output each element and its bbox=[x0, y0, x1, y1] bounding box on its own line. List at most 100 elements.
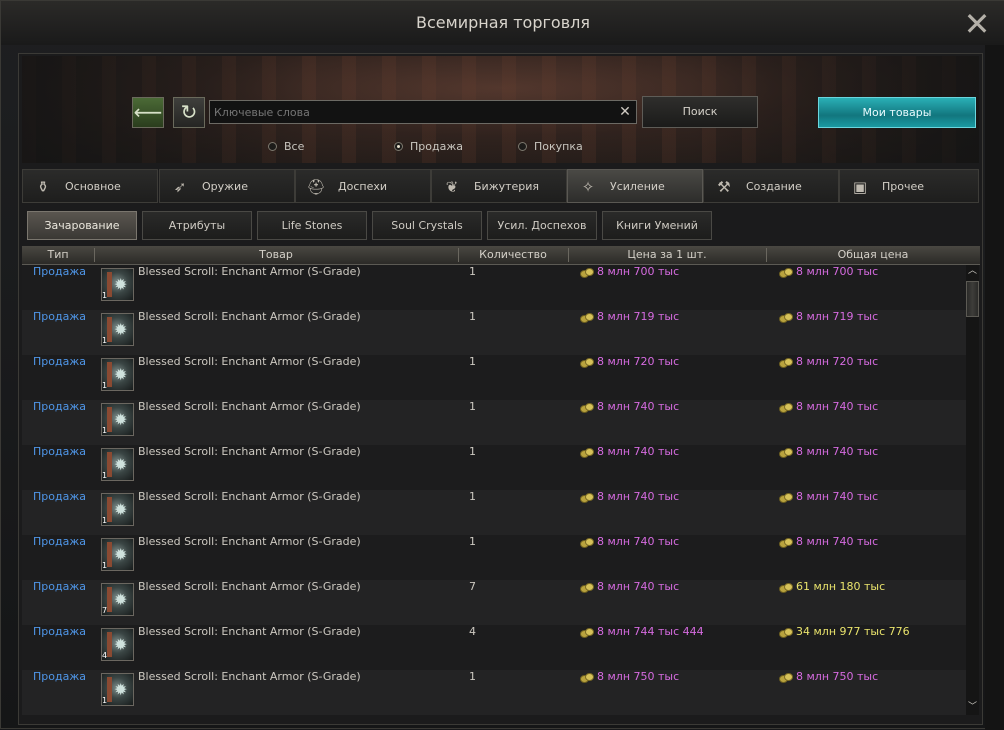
item-count: 7 bbox=[469, 580, 476, 593]
tab-other[interactable]: ▣ Прочее bbox=[839, 169, 979, 203]
unit-price: 8 млн 740 тыс bbox=[597, 535, 680, 548]
table-row[interactable]: Продажа 1 Blessed Scroll: Enchant Armor … bbox=[22, 355, 966, 400]
listing-type-link[interactable]: Продажа bbox=[33, 400, 86, 413]
subtab-skill-books[interactable]: Книги Умений bbox=[602, 211, 712, 240]
total-price: 8 млн 750 тыс bbox=[796, 670, 879, 683]
header-unit-price[interactable]: Цена за 1 шт. bbox=[568, 248, 766, 261]
tab-label: Оружие bbox=[202, 180, 248, 193]
table-row[interactable]: Продажа 1 Blessed Scroll: Enchant Armor … bbox=[22, 445, 966, 490]
search-button[interactable]: Поиск bbox=[642, 96, 758, 128]
header-type[interactable]: Тип bbox=[22, 248, 94, 261]
total-price: 8 млн 719 тыс bbox=[796, 310, 879, 323]
scroll-down-icon[interactable]: ﹀ bbox=[966, 701, 979, 713]
unit-price: 8 млн 740 тыс bbox=[597, 400, 680, 413]
adena-icon bbox=[779, 358, 793, 368]
scroll-thumb[interactable] bbox=[966, 281, 979, 317]
craft-icon: ⚒ bbox=[717, 178, 731, 196]
clear-search-icon[interactable]: ✕ bbox=[615, 102, 635, 122]
table-row[interactable]: Продажа 7 Blessed Scroll: Enchant Armor … bbox=[22, 580, 966, 625]
header-item[interactable]: Товар bbox=[94, 248, 458, 261]
stack-count-badge: 1 bbox=[102, 516, 108, 525]
item-count: 1 bbox=[469, 265, 476, 278]
tab-label: Прочее bbox=[882, 180, 925, 193]
table-row[interactable]: Продажа 1 Blessed Scroll: Enchant Armor … bbox=[22, 490, 966, 535]
item-name: Blessed Scroll: Enchant Armor (S-Grade) bbox=[138, 670, 361, 683]
listing-type-link[interactable]: Продажа bbox=[33, 625, 86, 638]
item-name: Blessed Scroll: Enchant Armor (S-Grade) bbox=[138, 400, 361, 413]
table-row[interactable]: Продажа 1 Blessed Scroll: Enchant Armor … bbox=[22, 535, 966, 580]
tab-weapons[interactable]: ➶ Оружие bbox=[159, 169, 295, 203]
stack-count-badge: 1 bbox=[102, 381, 108, 390]
adena-icon bbox=[779, 403, 793, 413]
listing-type-link[interactable]: Продажа bbox=[33, 445, 86, 458]
adena-icon bbox=[580, 403, 594, 413]
total-price: 8 млн 720 тыс bbox=[796, 355, 879, 368]
total-price: 8 млн 740 тыс bbox=[796, 400, 879, 413]
item-count: 1 bbox=[469, 670, 476, 683]
scroll-up-icon[interactable]: ︿ bbox=[966, 265, 979, 277]
stack-count-badge: 1 bbox=[102, 426, 108, 435]
side-strip bbox=[985, 45, 1004, 730]
table-row[interactable]: Продажа 1 Blessed Scroll: Enchant Armor … bbox=[22, 400, 966, 445]
tab-jewelry[interactable]: ❦ Бижутерия bbox=[431, 169, 567, 203]
header-total-price[interactable]: Общая цена bbox=[766, 248, 980, 261]
item-name: Blessed Scroll: Enchant Armor (S-Grade) bbox=[138, 580, 361, 593]
back-button[interactable]: ⟵ bbox=[132, 97, 164, 128]
table-row[interactable]: Продажа 4 Blessed Scroll: Enchant Armor … bbox=[22, 625, 966, 670]
adena-icon bbox=[580, 538, 594, 548]
unit-price: 8 млн 720 тыс bbox=[597, 355, 680, 368]
subtab-attributes[interactable]: Атрибуты bbox=[142, 211, 252, 240]
unit-price: 8 млн 700 тыс bbox=[597, 265, 680, 278]
adena-icon bbox=[779, 628, 793, 638]
tab-label: Усиление bbox=[610, 180, 665, 193]
tab-enhancement[interactable]: ✧ Усиление bbox=[567, 169, 703, 203]
item-count: 1 bbox=[469, 355, 476, 368]
unit-price: 8 млн 719 тыс bbox=[597, 310, 680, 323]
filter-all-label: Все bbox=[284, 140, 305, 153]
table-scrollbar[interactable]: ︿ ﹀ bbox=[966, 265, 979, 715]
subtab-enchanting[interactable]: Зачарование bbox=[27, 211, 137, 240]
radio-dot-selected bbox=[394, 142, 403, 151]
subtab-life-stones[interactable]: Life Stones bbox=[257, 211, 367, 240]
total-price: 8 млн 700 тыс bbox=[796, 265, 879, 278]
table-row[interactable]: Продажа 1 Blessed Scroll: Enchant Armor … bbox=[22, 670, 966, 715]
refresh-button[interactable]: ↻ bbox=[173, 97, 205, 128]
stack-count-badge: 1 bbox=[102, 561, 108, 570]
adena-icon bbox=[580, 313, 594, 323]
listing-type-link[interactable]: Продажа bbox=[33, 265, 86, 278]
table-row[interactable]: Продажа 1 Blessed Scroll: Enchant Armor … bbox=[22, 265, 966, 310]
enchant-icon: ✧ bbox=[581, 178, 595, 196]
total-price: 61 млн 180 тыс bbox=[796, 580, 886, 593]
item-name: Blessed Scroll: Enchant Armor (S-Grade) bbox=[138, 310, 361, 323]
total-price: 8 млн 740 тыс bbox=[796, 445, 879, 458]
table-header: Тип Товар Количество Цена за 1 шт. Общая… bbox=[22, 246, 980, 265]
tab-armor[interactable]: ⛑ Доспехи bbox=[295, 169, 431, 203]
item-name: Blessed Scroll: Enchant Armor (S-Grade) bbox=[138, 490, 361, 503]
subtab-armor-enhance[interactable]: Усил. Доспехов bbox=[487, 211, 597, 240]
adena-icon bbox=[779, 538, 793, 548]
adena-icon bbox=[779, 268, 793, 278]
close-button[interactable]: ✕ bbox=[959, 5, 995, 43]
listing-type-link[interactable]: Продажа bbox=[33, 490, 86, 503]
header-count[interactable]: Количество bbox=[458, 248, 568, 261]
radio-dot bbox=[268, 142, 277, 151]
listing-type-link[interactable]: Продажа bbox=[33, 310, 86, 323]
item-name: Blessed Scroll: Enchant Armor (S-Grade) bbox=[138, 265, 361, 278]
subtab-soul-crystals[interactable]: Soul Crystals bbox=[372, 211, 482, 240]
listing-type-link[interactable]: Продажа bbox=[33, 535, 86, 548]
item-name: Blessed Scroll: Enchant Armor (S-Grade) bbox=[138, 625, 361, 638]
item-name: Blessed Scroll: Enchant Armor (S-Grade) bbox=[138, 355, 361, 368]
tab-crafting[interactable]: ⚒ Создание bbox=[703, 169, 839, 203]
total-price: 8 млн 740 тыс bbox=[796, 490, 879, 503]
listing-type-link[interactable]: Продажа bbox=[33, 580, 86, 593]
tab-basic[interactable]: ⚱ Основное bbox=[22, 169, 158, 203]
unit-price: 8 млн 740 тыс bbox=[597, 490, 680, 503]
stack-count-badge: 1 bbox=[102, 291, 108, 300]
listing-type-link[interactable]: Продажа bbox=[33, 670, 86, 683]
my-items-button[interactable]: Мои товары bbox=[818, 97, 976, 128]
listing-type-link[interactable]: Продажа bbox=[33, 355, 86, 368]
item-name: Blessed Scroll: Enchant Armor (S-Grade) bbox=[138, 535, 361, 548]
filter-sale-label: Продажа bbox=[410, 140, 463, 153]
search-input[interactable] bbox=[214, 104, 612, 120]
table-row[interactable]: Продажа 1 Blessed Scroll: Enchant Armor … bbox=[22, 310, 966, 355]
